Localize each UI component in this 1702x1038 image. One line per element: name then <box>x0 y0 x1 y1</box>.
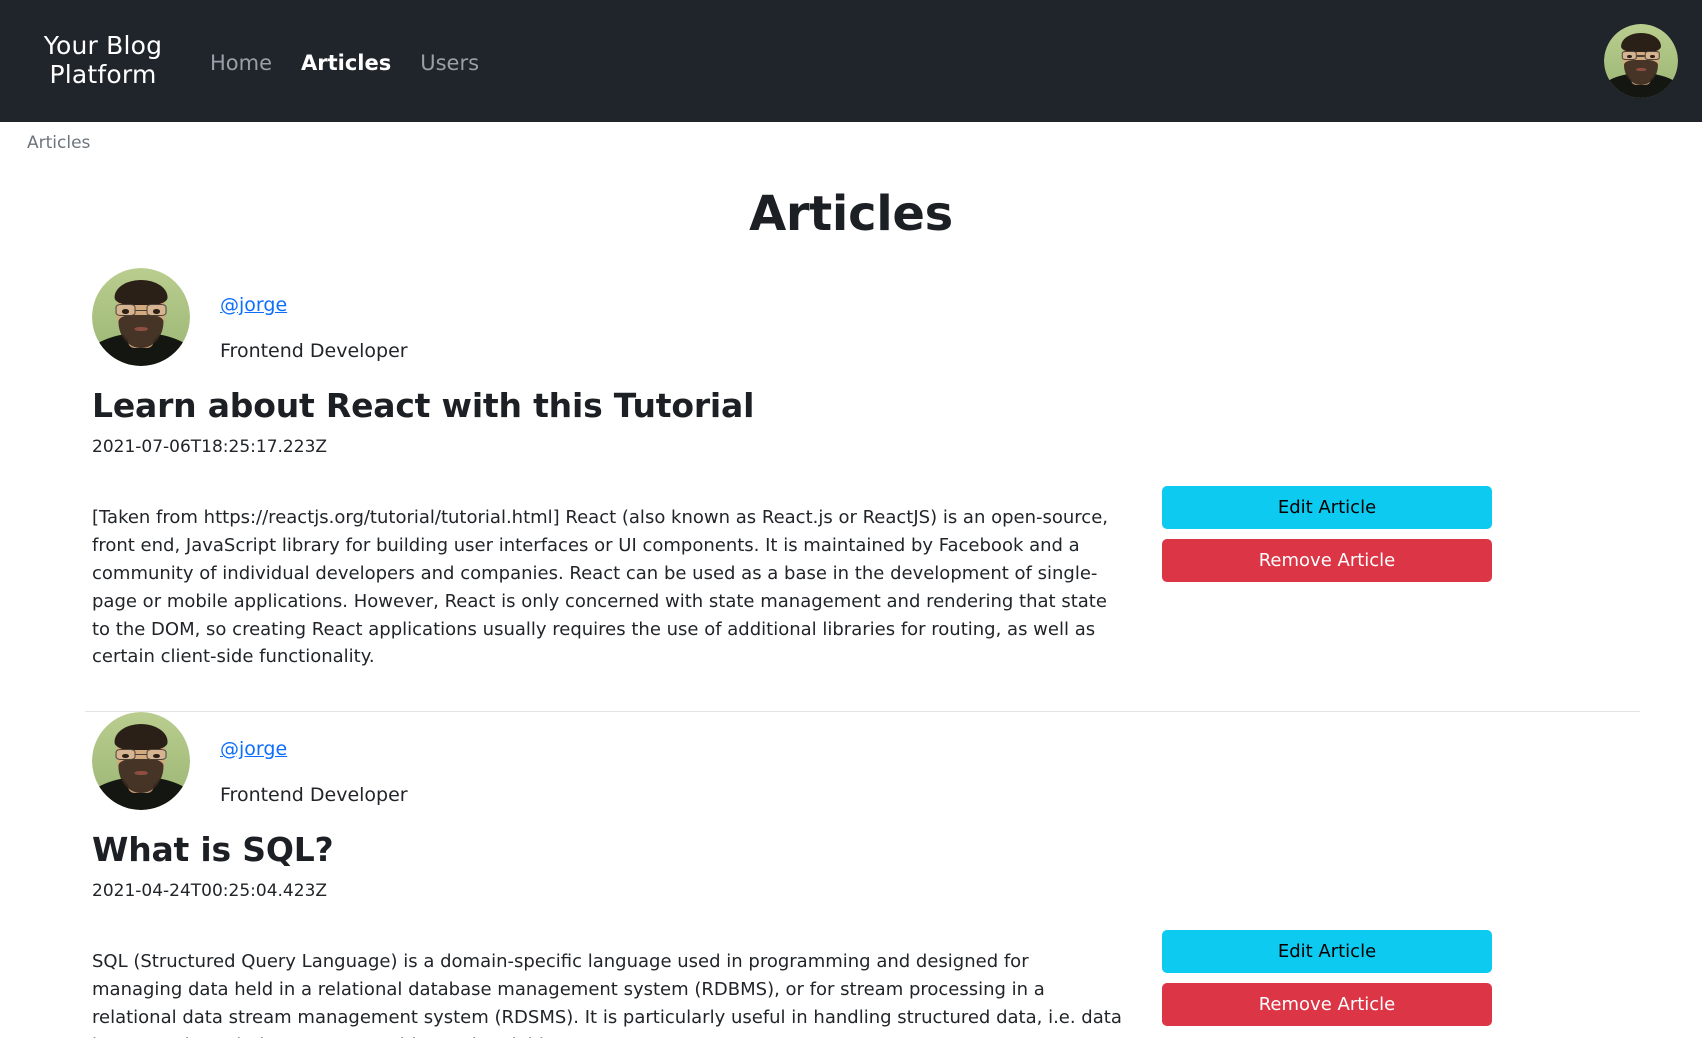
nav-link-users[interactable]: Users <box>420 51 479 75</box>
user-portrait-icon <box>92 268 190 366</box>
top-navbar: Your Blog Platform Home Articles Users <box>0 0 1702 122</box>
article-item: @jorge Frontend Developer What is SQL? 2… <box>92 712 1625 1038</box>
article-date: 2021-04-24T00:25:04.423Z <box>92 881 328 902</box>
author-role: Frontend Developer <box>220 784 408 807</box>
article-body-row: [Taken from https://reactjs.org/tutorial… <box>92 486 1625 689</box>
author-meta: @jorge Frontend Developer <box>190 268 408 362</box>
article-title: Learn about React with this Tutorial <box>92 386 755 425</box>
nav-link-articles[interactable]: Articles <box>301 51 391 75</box>
nav-link-home[interactable]: Home <box>210 51 272 75</box>
article-body: SQL (Structured Query Language) is a dom… <box>92 951 1122 1038</box>
article-author: @jorge Frontend Developer <box>92 712 1625 811</box>
author-handle-link[interactable]: @jorge <box>220 738 287 760</box>
edit-article-button[interactable]: Edit Article <box>1162 930 1492 974</box>
article-date: 2021-07-06T18:25:17.223Z <box>92 437 328 457</box>
nav-links: Home Articles Users <box>210 47 479 75</box>
article-title: What is SQL? <box>92 830 334 870</box>
brand-title[interactable]: Your Blog Platform <box>28 31 178 90</box>
user-portrait-icon <box>1604 24 1678 98</box>
article-body: [Taken from https://reactjs.org/tutorial… <box>92 507 1108 668</box>
article-item: @jorge Frontend Developer Learn about Re… <box>92 268 1625 711</box>
edit-article-button[interactable]: Edit Article <box>1162 486 1492 529</box>
author-avatar[interactable] <box>92 268 190 366</box>
author-role: Frontend Developer <box>220 340 408 362</box>
article-actions: Edit Article Remove Article <box>1162 486 1492 582</box>
article-body-row: SQL (Structured Query Language) is a dom… <box>92 930 1625 1038</box>
breadcrumb-item-articles[interactable]: Articles <box>27 133 90 153</box>
user-portrait-icon <box>92 712 190 811</box>
article-author: @jorge Frontend Developer <box>92 268 1625 366</box>
page-title: Articles <box>749 186 953 242</box>
navbar-avatar[interactable] <box>1604 24 1678 98</box>
remove-article-button[interactable]: Remove Article <box>1162 983 1492 1027</box>
article-actions: Edit Article Remove Article <box>1162 930 1492 1027</box>
author-avatar[interactable] <box>92 712 190 811</box>
breadcrumb: Articles <box>0 122 1702 164</box>
author-meta: @jorge Frontend Developer <box>190 712 408 806</box>
author-handle-link[interactable]: @jorge <box>220 294 287 316</box>
article-list: @jorge Frontend Developer Learn about Re… <box>0 268 1702 1038</box>
remove-article-button[interactable]: Remove Article <box>1162 539 1492 582</box>
